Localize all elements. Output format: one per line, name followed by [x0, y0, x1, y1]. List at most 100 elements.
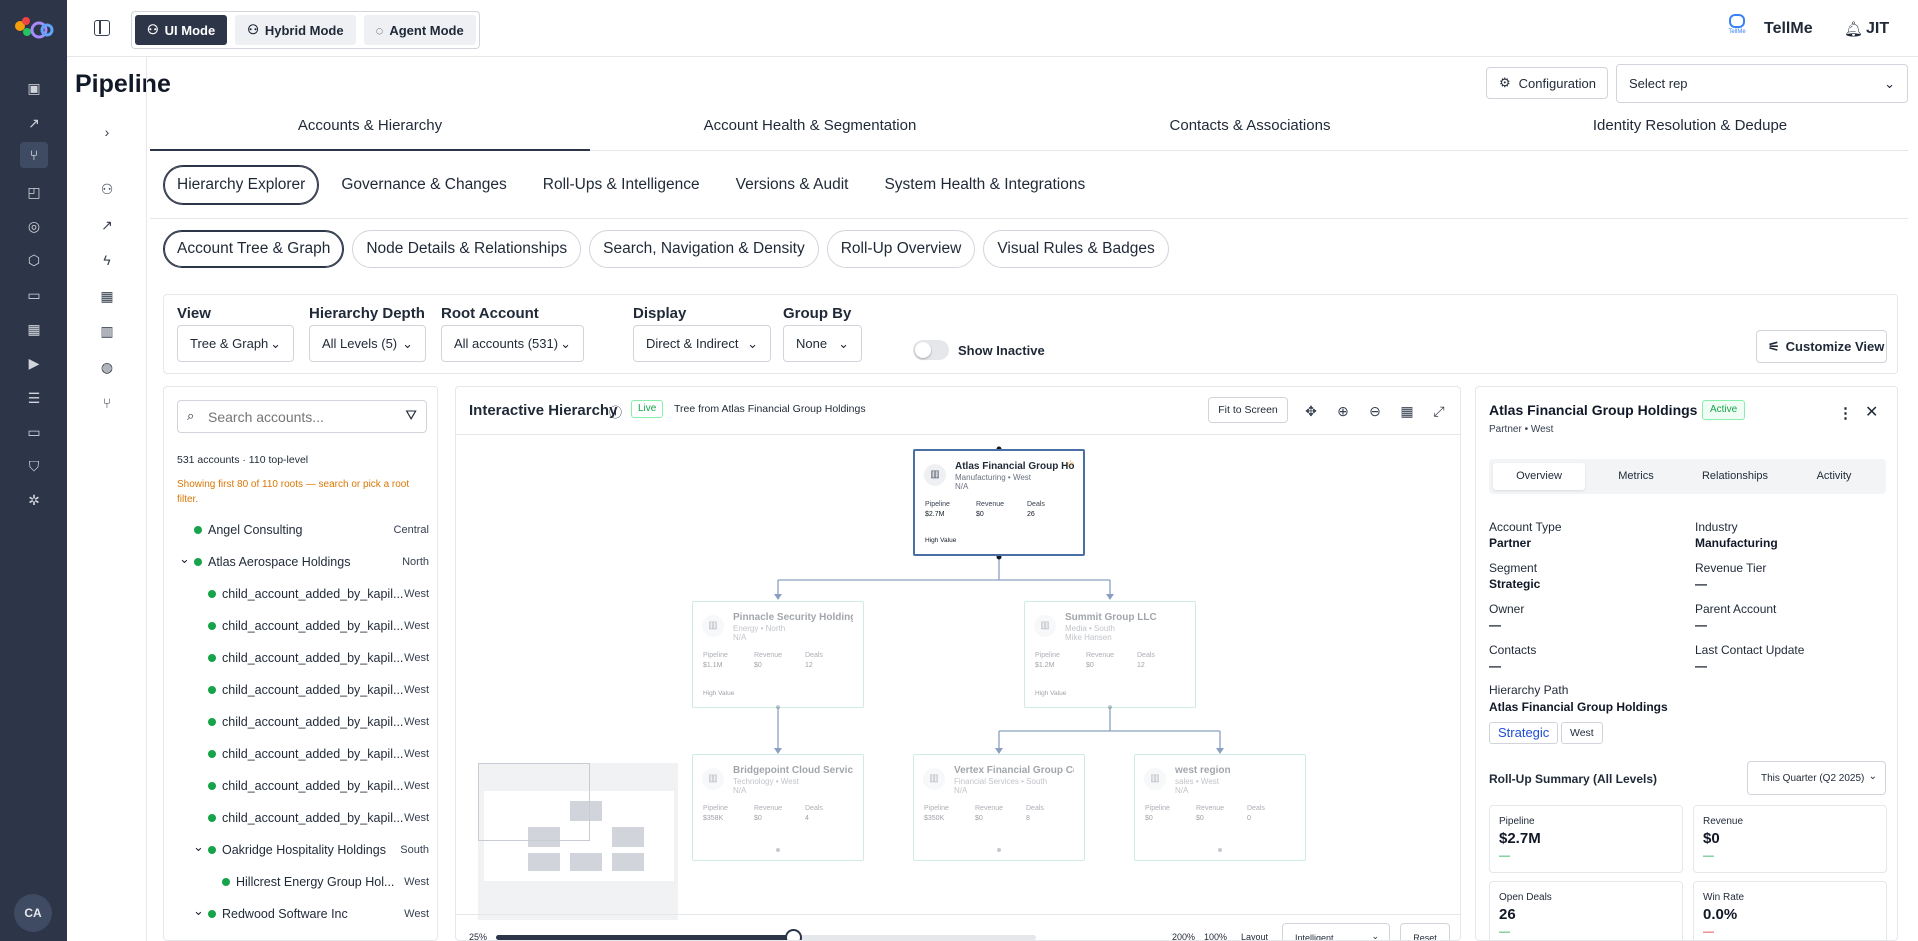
layout-select[interactable]: Intelligent ⌄	[1282, 923, 1390, 941]
tree-row[interactable]: child_account_added_by_kapil... West	[164, 707, 437, 737]
tree-row[interactable]: child_account_added_by_kapil... West	[164, 771, 437, 801]
tree-row[interactable]: child_account_added_by_kapil... West	[164, 675, 437, 705]
bot-icon[interactable]: ◰	[24, 182, 44, 202]
subtab-rollups[interactable]: Roll-Ups & Intelligence	[529, 165, 714, 205]
checklist-icon[interactable]: ☰	[24, 388, 44, 408]
tree-row[interactable]: child_account_added_by_kapil... West	[164, 803, 437, 833]
node-pipeline-value: $2.7M	[925, 511, 945, 518]
tree-row[interactable]: child_account_added_by_kapil... West	[164, 739, 437, 769]
chevron-down-icon[interactable]: ⌄	[193, 839, 204, 855]
tree-row[interactable]: Angel Consulting Central	[164, 515, 437, 545]
viewtab-rollup-overview[interactable]: Roll-Up Overview	[826, 230, 976, 268]
zoom-slider-handle[interactable]	[785, 929, 802, 940]
bell-icon[interactable]: 🔔︎	[1844, 20, 1863, 38]
metric-delta: —	[1499, 926, 1510, 938]
more-vertical-icon[interactable]: ⋮	[1838, 404, 1853, 422]
tree-row[interactable]: child_account_added_by_kapil... West	[164, 643, 437, 673]
filter-icon[interactable]: ⛛	[405, 407, 417, 424]
zoom-slider[interactable]	[496, 929, 1036, 940]
tree-row[interactable]: ⌄ Oakridge Hospitality Holdings South	[164, 835, 437, 865]
subtab-governance[interactable]: Governance & Changes	[327, 165, 520, 205]
reset-button[interactable]: Reset	[1400, 923, 1450, 940]
contacts-icon[interactable]: ⚇	[98, 180, 116, 198]
grid-icon[interactable]: ▦	[98, 287, 116, 305]
node-deals-label: Deals	[1026, 805, 1044, 812]
minimap[interactable]	[478, 763, 678, 920]
tree-row-region: West	[404, 652, 429, 664]
lightning-icon[interactable]: ϟ	[98, 251, 116, 269]
graph-node[interactable]: ▥ Vertex Financial Group Corp...Financial…	[913, 754, 1085, 861]
search-input[interactable]	[208, 406, 393, 428]
ui-mode-button[interactable]: ⚇ UI Mode	[135, 15, 228, 45]
view-select[interactable]: Tree & Graph ⌄	[177, 325, 294, 362]
depth-select[interactable]: All Levels (5) ⌄	[309, 325, 426, 362]
graph-node[interactable]: ▥ Atlas Financial Group Hol... Manufacturi…	[913, 449, 1085, 556]
node-pipeline-value: $1.2M	[1035, 662, 1055, 669]
bar-chart-icon[interactable]: ▥	[98, 322, 116, 340]
network-icon[interactable]: ✲	[24, 490, 44, 510]
tree-row[interactable]: ⌄ Atlas Aerospace Holdings North	[164, 547, 437, 577]
detail-tab-metrics[interactable]: Metrics	[1590, 463, 1682, 490]
globe-icon[interactable]: ◍	[98, 358, 116, 376]
viewtab-account-tree[interactable]: Account Tree & Graph	[163, 230, 345, 268]
chevron-down-icon[interactable]: ⌄	[193, 903, 204, 919]
tab-identity-resolution[interactable]: Identity Resolution & Dedupe	[1470, 101, 1910, 151]
viewtab-node-details[interactable]: Node Details & Relationships	[352, 230, 582, 268]
subtab-system-health[interactable]: System Health & Integrations	[870, 165, 1099, 205]
select-rep-dropdown[interactable]: Select rep ⌄	[1616, 64, 1908, 103]
user-avatar[interactable]: CA	[14, 894, 52, 932]
detail-tab-overview[interactable]: Overview	[1493, 463, 1585, 490]
graph-node[interactable]: ▥ Bridgepoint Cloud Services ...Technolog…	[692, 754, 864, 861]
tab-account-health[interactable]: Account Health & Segmentation	[590, 101, 1030, 151]
jit-link[interactable]: JIT	[1866, 20, 1889, 38]
target-icon[interactable]: ◎	[24, 216, 44, 236]
detail-tab-relationships[interactable]: Relationships	[1689, 463, 1781, 490]
tree-row[interactable]: Atlas Holdings LtdSouth	[164, 931, 437, 940]
configuration-button[interactable]: ⚙ Configuration	[1486, 67, 1608, 99]
tellme-link[interactable]: TellMe	[1764, 20, 1813, 38]
dashboard-icon[interactable]: ▣	[24, 78, 44, 98]
calendar-icon[interactable]: ▦	[24, 319, 44, 339]
graph-node[interactable]: ▥ Summit Group LLC Media • South Mike Hanse…	[1024, 601, 1196, 708]
sidebar-toggle-icon[interactable]	[94, 20, 110, 36]
view-value: Tree & Graph	[190, 336, 269, 351]
show-inactive-toggle[interactable]	[913, 340, 949, 360]
tree-row[interactable]: child_account_added_by_kapil... West	[164, 579, 437, 609]
video-icon[interactable]: ▶	[24, 353, 44, 373]
viewtab-visual-rules[interactable]: Visual Rules & Badges	[983, 230, 1169, 268]
display-select[interactable]: Direct & Indirect ⌄	[633, 325, 771, 362]
period-select[interactable]: This Quarter (Q2 2025) ⌄	[1747, 761, 1886, 795]
display-icon[interactable]: ▭	[24, 422, 44, 442]
customize-view-button[interactable]: ⚟ Customize View	[1756, 330, 1887, 363]
detail-tab-activity[interactable]: Activity	[1788, 463, 1880, 490]
chevron-right-icon[interactable]: ›	[98, 123, 116, 141]
cube-icon[interactable]: ⬡	[24, 250, 44, 270]
branch-icon[interactable]: ⑂	[98, 394, 116, 412]
tab-accounts-hierarchy[interactable]: Accounts & Hierarchy	[150, 101, 590, 151]
trend-icon[interactable]: ↗	[98, 216, 116, 234]
tree-row[interactable]: Hillcrest Energy Group Hol... West	[164, 867, 437, 897]
graph-node[interactable]: ▥ west region sales • West N/A Pipeline Reven…	[1134, 754, 1306, 861]
viewtab-search-navigation[interactable]: Search, Navigation & Density	[589, 230, 819, 268]
monitor-icon[interactable]: ▭	[24, 285, 44, 305]
layout-value: Intelligent	[1295, 933, 1334, 941]
root-select[interactable]: All accounts (531) ⌄	[441, 325, 584, 362]
detail-tabs: Overview Metrics Relationships Activity	[1489, 459, 1886, 494]
agent-mode-button[interactable]: ◌ Agent Mode	[363, 15, 476, 45]
chevron-down-icon[interactable]: ⌄	[179, 551, 190, 567]
trending-icon[interactable]: ↗	[24, 113, 44, 133]
pipeline-icon[interactable]: ⑂	[20, 142, 48, 168]
group-select[interactable]: None ⌄	[783, 325, 862, 362]
hybrid-mode-button[interactable]: ⚇ Hybrid Mode	[235, 15, 356, 45]
subtab-hierarchy-explorer[interactable]: Hierarchy Explorer	[163, 165, 320, 205]
graph-node[interactable]: ▥ Pinnacle Security Holdings Energy • Nort…	[692, 601, 864, 708]
close-icon[interactable]: ✕	[1865, 402, 1878, 422]
subtab-versions[interactable]: Versions & Audit	[722, 165, 863, 205]
tree-row[interactable]: child_account_added_by_kapil... West	[164, 611, 437, 641]
tellme-robot-icon[interactable]: TellMe	[1724, 14, 1750, 40]
status-dot	[208, 814, 216, 822]
star-icon[interactable]: ☆	[1066, 459, 1075, 470]
tree-row[interactable]: ⌄ Redwood Software Inc West	[164, 899, 437, 929]
shield-icon[interactable]: ⛉	[24, 456, 44, 476]
tab-contacts[interactable]: Contacts & Associations	[1030, 101, 1470, 151]
